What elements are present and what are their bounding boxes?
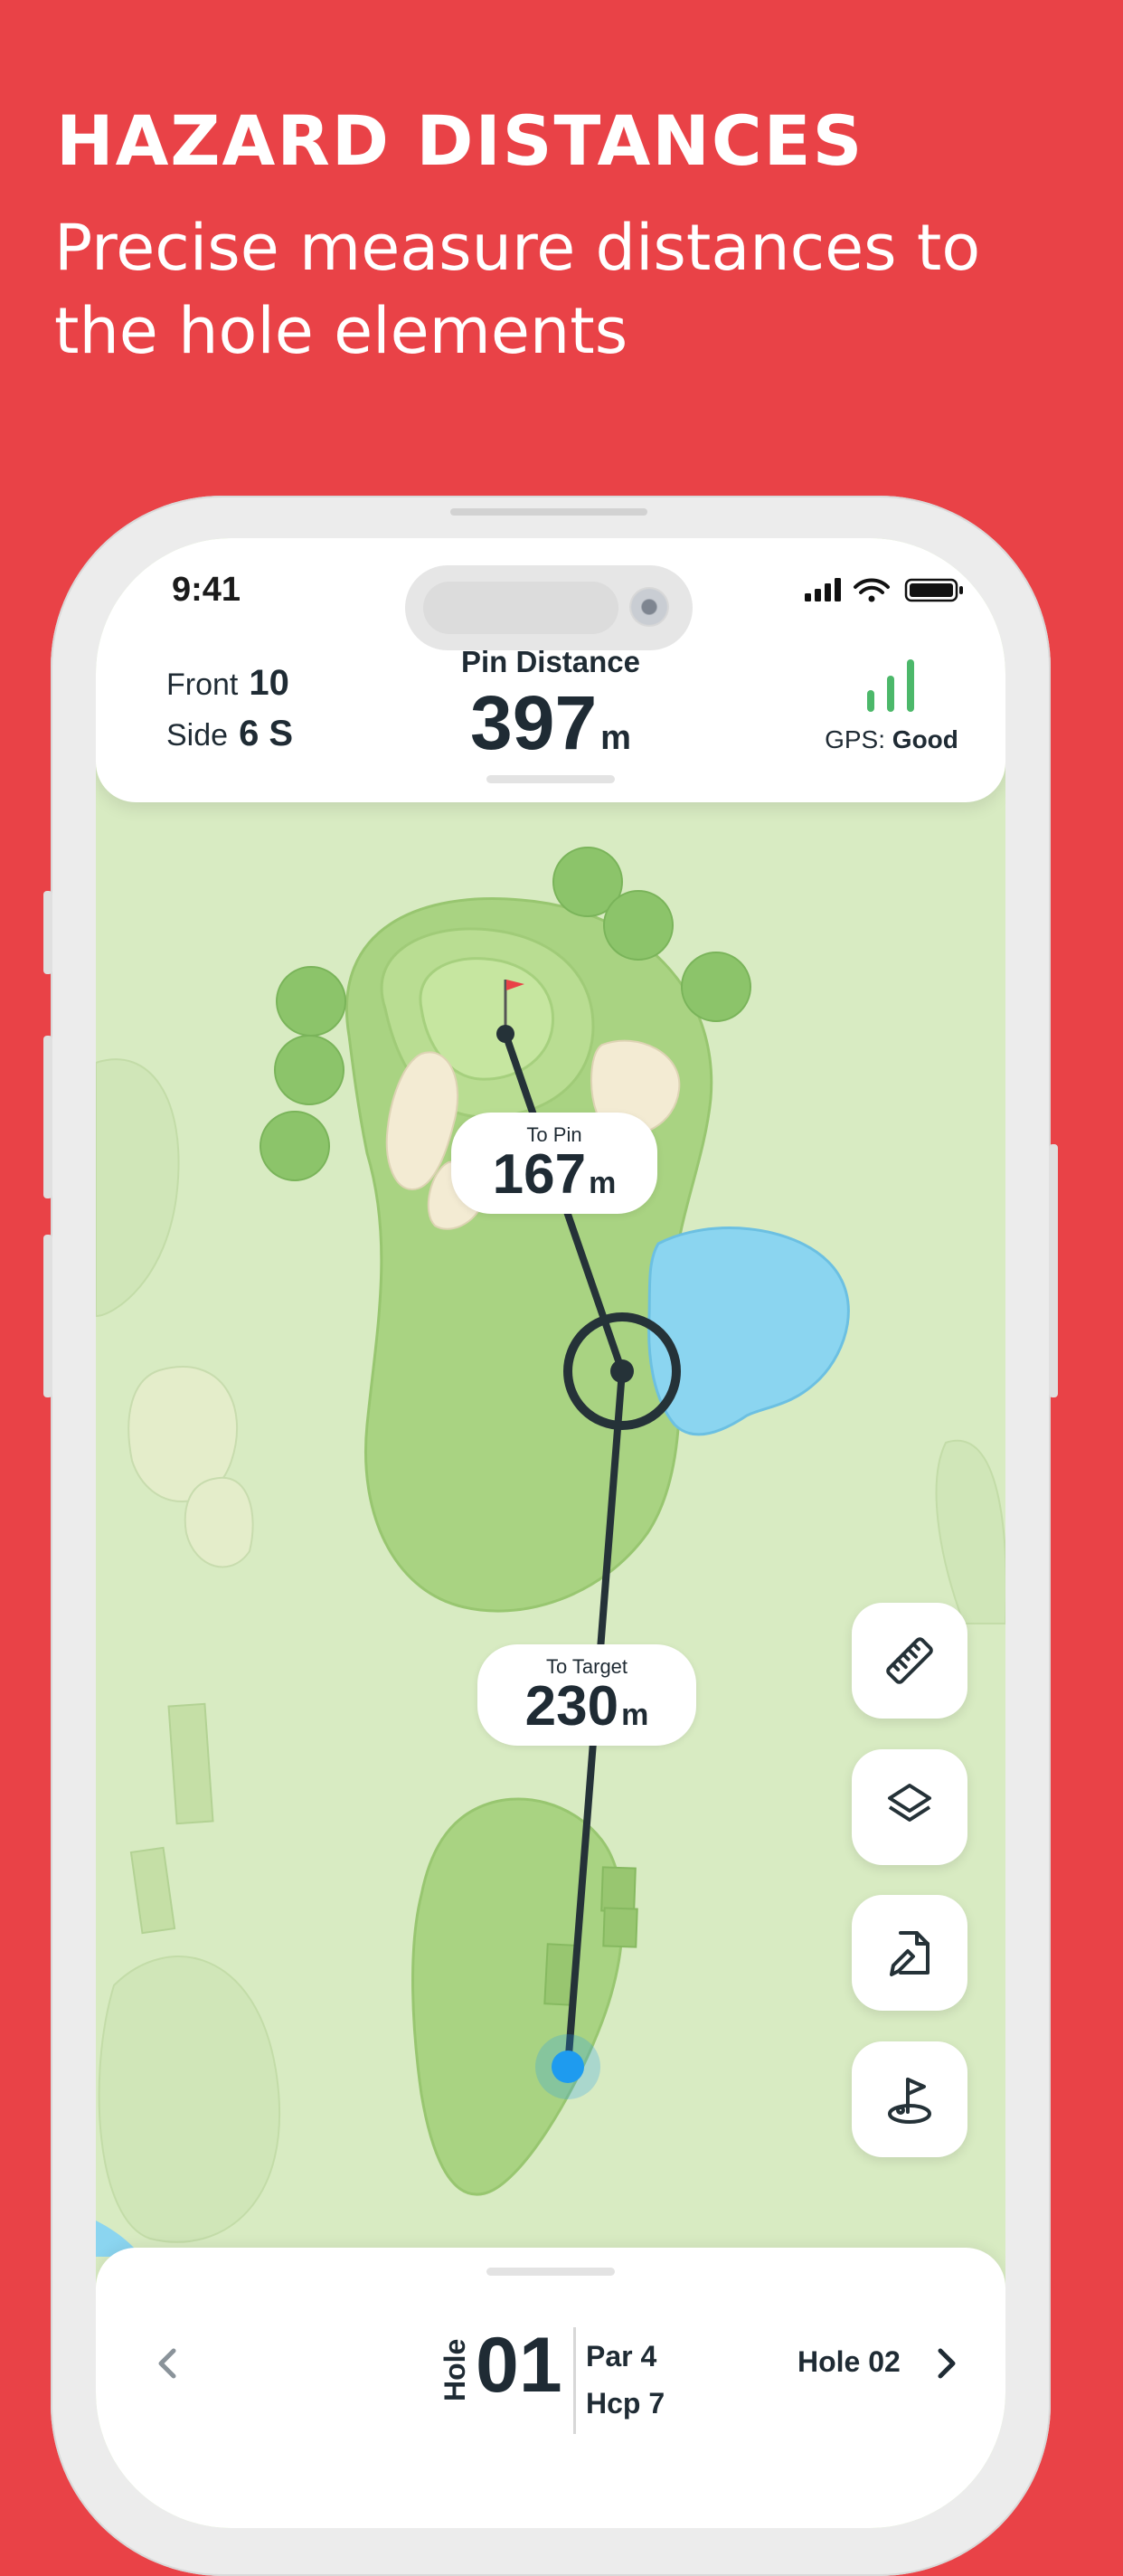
side-label: Side [166,718,229,753]
layers-icon [888,1784,931,1822]
wifi-icon [854,578,890,594]
island-pill [423,582,618,634]
gps-signal-icon [867,659,914,712]
status-icons [805,578,963,602]
to-target-unit: m [621,1698,649,1732]
layers-tool-button[interactable] [852,1749,967,1865]
chevron-left-icon [158,2348,176,2379]
previous-hole-button[interactable] [141,2336,195,2391]
to-pin-label: To Pin 167m [451,1113,657,1214]
phone-side-button [43,891,52,974]
header-drag-handle[interactable] [486,775,615,783]
subline: Precise measure distances to the hole el… [54,211,981,368]
front-label: Front [166,668,239,702]
hole-divider [573,2327,576,2434]
bottom-drag-handle[interactable] [486,2268,615,2276]
pin-distance-title: Pin Distance [460,645,641,678]
side-value: 6 S [239,714,294,753]
phone-screen: To Pin 167m To Target 230m 9:41 Front 10… [96,538,1005,2528]
pin-distance-value: 397 [470,680,598,765]
hole-label: Hole [439,2339,471,2401]
measure-tool-button[interactable] [852,1603,967,1719]
next-hole-label[interactable]: Hole 02 [797,2345,901,2379]
hole-navigator: Hole 01 Par 4 Hcp 7 Hole 02 [96,2248,1005,2528]
golf-flag-icon [888,2078,931,2124]
to-target-value: 230 [524,1675,619,1738]
svg-text:Hole: Hole [439,2339,471,2401]
hole-number: 01 [476,2322,562,2409]
to-pin-value: 167 [492,1143,587,1206]
pin-distance-unit: m [600,719,631,757]
gps-value: Good [892,725,958,753]
cellular-signal-icon [805,578,841,601]
next-hole-button[interactable] [919,2336,973,2391]
edit-document-icon [890,1931,930,1976]
gps-label: GPS: [825,725,886,753]
distance-header: 9:41 Front 10 Side 6 S Pin Distance 397 … [96,538,1005,802]
dynamic-island [405,565,693,650]
gps-status: GPS: Good [801,656,982,754]
hole-view-tool-button[interactable] [852,2041,967,2157]
camera-icon [629,587,669,627]
chevron-right-icon [938,2348,956,2379]
to-pin-unit: m [589,1166,617,1200]
phone-side-button [43,1235,52,1397]
phone-side-button [43,1036,52,1198]
front-value: 10 [249,663,289,703]
phone-side-button [1049,1144,1058,1397]
front-side-readout: Front 10 Side 6 S [166,663,293,764]
hcp-value: Hcp 7 [586,2387,665,2420]
pin-distance: Pin Distance 397 m [370,645,731,780]
scorecard-tool-button[interactable] [852,1895,967,2011]
battery-icon [904,578,963,602]
phone-speaker-line [450,508,647,516]
course-map[interactable] [96,538,1005,2528]
headline: HAZARD DISTANCES [56,100,864,181]
ruler-icon [886,1637,933,1684]
par-value: Par 4 [586,2340,657,2372]
par-hcp: Par 4 Hcp 7 [586,2333,665,2427]
status-time: 9:41 [172,571,241,609]
to-target-label: To Target 230m [477,1644,696,1746]
